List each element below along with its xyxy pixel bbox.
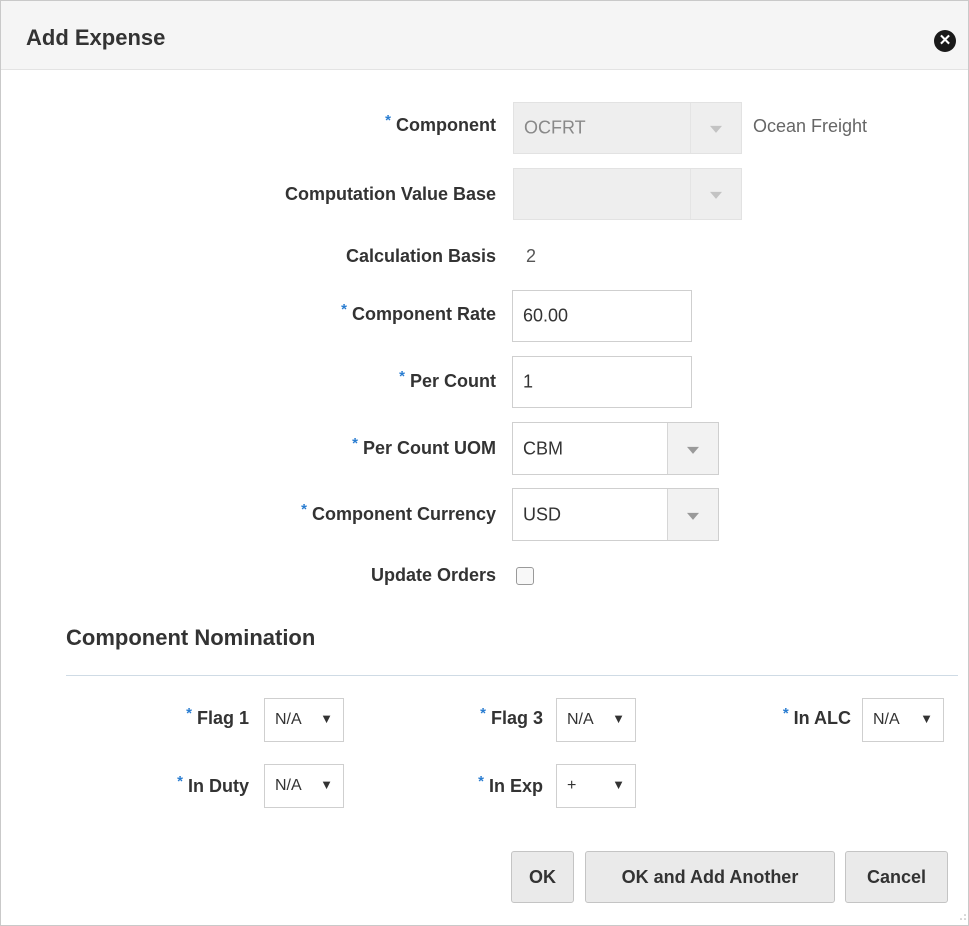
component-rate-label: * Component Rate	[341, 301, 496, 325]
close-icon[interactable]: ✕	[934, 30, 956, 52]
component-value: OCFRT	[524, 117, 586, 138]
component-dropdown-button[interactable]	[690, 103, 741, 153]
per-count-input[interactable]: 1	[512, 356, 692, 408]
flag-3-select[interactable]: N/A ▼	[556, 698, 636, 742]
flag-3-value: N/A	[567, 711, 594, 728]
component-rate-input[interactable]: 60.00	[512, 290, 692, 342]
in-alc-label-text: In ALC	[793, 708, 851, 728]
flag-3-label-text: Flag 3	[490, 708, 543, 728]
dialog-header: Add Expense ✕	[1, 1, 968, 70]
chevron-down-icon: ▼	[920, 711, 933, 726]
required-marker: *	[478, 773, 484, 790]
in-alc-value: N/A	[873, 711, 900, 728]
chevron-down-icon: ▼	[320, 711, 333, 726]
required-marker: *	[177, 773, 183, 790]
per-count-uom-select[interactable]: CBM	[512, 422, 719, 475]
component-select[interactable]: OCFRT	[513, 102, 742, 154]
computation-value-base-label: Computation Value Base	[284, 184, 496, 204]
ok-button[interactable]: OK	[511, 851, 574, 903]
in-alc-select[interactable]: N/A ▼	[862, 698, 944, 742]
component-nomination-title: Component Nomination	[66, 625, 316, 650]
component-rate-value: 60.00	[523, 305, 569, 326]
chevron-down-icon	[687, 446, 699, 454]
required-marker: *	[385, 112, 392, 129]
add-expense-dialog: Add Expense ✕ * Component OCFRT Ocean Fre…	[0, 0, 969, 926]
in-duty-select[interactable]: N/A ▼	[264, 764, 344, 808]
computation-value-base-select[interactable]	[513, 168, 742, 220]
required-marker: *	[782, 705, 789, 722]
flag-1-value: N/A	[275, 711, 302, 728]
update-orders-label: Update Orders	[370, 565, 496, 585]
component-currency-select[interactable]: USD	[512, 488, 719, 541]
required-marker: *	[186, 705, 192, 722]
section-divider	[66, 675, 958, 676]
required-marker: *	[341, 301, 347, 318]
in-exp-value: +	[567, 777, 577, 794]
component-label-text: Component	[396, 115, 496, 135]
cancel-button[interactable]: Cancel	[845, 851, 948, 903]
flag-3-label: * Flag 3	[480, 705, 543, 729]
per-count-value: 1	[523, 371, 534, 392]
per-count-uom-label-text: Per Count UOM	[363, 438, 496, 458]
required-marker: *	[301, 501, 307, 518]
flag-1-select[interactable]: N/A ▼	[264, 698, 344, 742]
required-marker: *	[480, 705, 486, 722]
per-count-uom-label: * Per Count UOM	[352, 435, 496, 459]
resize-grip-icon[interactable]	[959, 913, 967, 921]
chevron-down-icon	[710, 125, 722, 133]
flag-1-label-text: Flag 1	[196, 708, 249, 728]
per-count-uom-value: CBM	[523, 438, 563, 458]
in-duty-value: N/A	[275, 777, 302, 794]
per-count-label: * Per Count	[399, 368, 496, 392]
dialog-title: Add Expense	[26, 25, 166, 50]
per-count-label-text: Per Count	[409, 371, 496, 391]
component-currency-dropdown-button[interactable]	[667, 489, 718, 540]
component-currency-value: USD	[523, 504, 562, 524]
flag-1-label: * Flag 1	[186, 705, 249, 729]
chevron-down-icon	[710, 191, 722, 199]
per-count-uom-dropdown-button[interactable]	[667, 423, 718, 474]
in-exp-label-text: In Exp	[488, 776, 543, 796]
in-exp-label: * In Exp	[478, 773, 543, 797]
component-rate-label-text: Component Rate	[352, 304, 496, 324]
chevron-down-icon: ▼	[612, 711, 625, 726]
update-orders-checkbox[interactable]	[516, 567, 534, 585]
calculation-basis-label: Calculation Basis	[345, 246, 496, 266]
chevron-down-icon: ▼	[612, 777, 625, 792]
in-exp-select[interactable]: + ▼	[556, 764, 636, 808]
in-duty-label: * In Duty	[177, 773, 249, 797]
component-currency-label-text: Component Currency	[311, 504, 496, 524]
in-alc-label: * In ALC	[782, 705, 851, 729]
chevron-down-icon	[687, 512, 699, 520]
component-description: Ocean Freight	[753, 116, 868, 136]
chevron-down-icon: ▼	[320, 777, 333, 792]
computation-value-base-dropdown-button[interactable]	[690, 169, 741, 219]
required-marker: *	[352, 435, 358, 452]
required-marker: *	[399, 368, 405, 385]
ok-and-add-another-button[interactable]: OK and Add Another	[585, 851, 835, 903]
component-label: * Component	[385, 112, 496, 136]
calculation-basis-value: 2	[526, 246, 537, 266]
component-currency-label: * Component Currency	[301, 501, 496, 525]
in-duty-label-text: In Duty	[188, 776, 249, 796]
